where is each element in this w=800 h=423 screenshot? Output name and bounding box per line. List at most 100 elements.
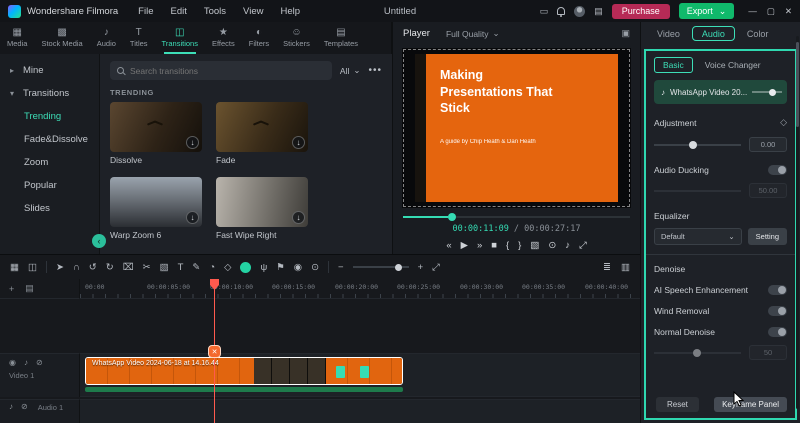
snapshot-tool-icon[interactable]: ⊙ [311, 262, 319, 273]
transition-thumbnail[interactable]: ↓ [216, 102, 308, 152]
speed-tool-icon[interactable]: ◔ [209, 262, 215, 273]
play-button[interactable]: ▶ [461, 240, 468, 251]
more-options-icon[interactable]: ••• [368, 65, 382, 76]
purchase-button[interactable]: Purchase [611, 3, 670, 19]
user-avatar[interactable] [574, 5, 586, 17]
tab-templates[interactable]: ▤ Templates [317, 22, 365, 54]
tab-media[interactable]: ▦ Media [0, 22, 34, 54]
tab-effects[interactable]: ★ Effects [205, 22, 242, 54]
fit-timeline-icon[interactable]: ⤢ [432, 262, 440, 273]
record-icon[interactable]: ◉ [294, 262, 302, 273]
download-icon[interactable]: ↓ [186, 211, 199, 224]
tab-transitions[interactable]: ◫ Transitions [155, 22, 205, 54]
transition-item-warp-zoom[interactable]: ↓ Warp Zoom 6 [110, 177, 202, 240]
sidebar-group-transitions[interactable]: ▾ Transitions [0, 82, 99, 105]
marker-flag-icon[interactable]: ⚑ [276, 262, 285, 273]
media-view-toggle-icon[interactable]: ▦ [10, 262, 19, 273]
sidebar-item-slides[interactable]: Slides [0, 197, 99, 220]
auto-ripple-toggle[interactable] [240, 261, 252, 273]
equalizer-setting-button[interactable]: Setting [747, 228, 787, 245]
sidebar-item-fade-dissolve[interactable]: Fade&Dissolve [0, 128, 99, 151]
zoom-out-icon[interactable]: − [338, 262, 344, 273]
track-lock-icon[interactable]: ⊘ [21, 402, 28, 412]
timeline-zoom-slider[interactable] [352, 263, 409, 271]
transition-thumbnail[interactable]: ↓ [110, 102, 202, 152]
preview-display-icon[interactable]: ▣ [621, 28, 630, 39]
tab-color[interactable]: Color [747, 29, 769, 39]
audio-ducking-toggle[interactable] [768, 165, 787, 175]
normal-denoise-toggle[interactable] [768, 327, 787, 337]
track-mute-icon[interactable]: ♪ [24, 358, 28, 367]
transition-thumbnail[interactable]: ↓ [110, 177, 202, 227]
quality-dropdown[interactable]: Full Quality ⌄ [446, 28, 500, 39]
fullscreen-button[interactable]: ⤢ [579, 240, 587, 251]
zoom-in-icon[interactable]: + [418, 262, 424, 273]
export-button[interactable]: Export ⌄ [678, 3, 735, 19]
device-mirror-icon[interactable]: ▭ [540, 6, 549, 16]
keyframe-panel-button[interactable]: Keyframe Panel [714, 397, 787, 412]
linked-audio-strip[interactable] [85, 387, 403, 392]
menu-view[interactable]: View [243, 6, 263, 17]
sidebar-item-zoom[interactable]: Zoom [0, 151, 99, 174]
zoom-slider-handle[interactable] [394, 263, 402, 271]
audio-track-lane[interactable] [80, 399, 640, 423]
denoise-slider-handle[interactable] [693, 348, 702, 357]
preview-viewport[interactable]: Making Presentations That Stick A guide … [402, 48, 631, 208]
text-tool-icon[interactable]: T [178, 262, 184, 273]
notification-bell-icon[interactable] [557, 7, 566, 17]
menu-help[interactable]: Help [280, 6, 300, 17]
split-scissors-icon[interactable]: ✂ [143, 262, 151, 273]
crop-button[interactable]: ▧ [530, 240, 539, 251]
volume-value[interactable]: 0.00 [749, 137, 787, 152]
maximize-button[interactable]: ▢ [767, 6, 775, 17]
playhead-marker-badge[interactable]: ✕ [208, 345, 221, 358]
wind-removal-toggle[interactable] [768, 306, 787, 316]
tab-filters[interactable]: ◐ Filters [242, 22, 276, 54]
clip-volume-handle[interactable] [768, 88, 776, 96]
search-box[interactable] [110, 61, 332, 80]
track-lock-icon[interactable]: ⊘ [36, 358, 43, 367]
tab-stock-media[interactable]: ▩ Stock Media [34, 22, 89, 54]
track-mute-icon[interactable]: ♪ [9, 402, 13, 412]
crop-tool-icon[interactable]: ▧ [160, 262, 169, 273]
ai-speech-toggle[interactable] [768, 285, 787, 295]
undo-icon[interactable]: ↺ [89, 262, 97, 273]
playhead[interactable]: ✕ [208, 279, 221, 423]
clip-volume-slider[interactable] [752, 88, 783, 96]
seek-bar[interactable] [403, 213, 630, 221]
denoise-slider[interactable] [654, 348, 741, 357]
edit-pencil-icon[interactable]: ✎ [192, 262, 200, 273]
download-icon[interactable]: ↓ [292, 211, 305, 224]
menu-file[interactable]: File [138, 6, 153, 17]
voiceover-mic-icon[interactable]: ψ [260, 262, 267, 273]
sidebar-collapse-button[interactable]: ‹ [92, 234, 106, 248]
skip-back-button[interactable]: « [446, 240, 451, 251]
tab-titles[interactable]: T Titles [123, 22, 155, 54]
menu-edit[interactable]: Edit [170, 6, 186, 17]
equalizer-preset-dropdown[interactable]: Default ⌄ [654, 228, 742, 245]
timeline-ruler[interactable]: 00:00 00:00:05:00 00:00:10:00 00:00:15:0… [80, 279, 640, 299]
menu-tools[interactable]: Tools [204, 6, 226, 17]
transition-item-fade[interactable]: ↓ Fade [216, 102, 308, 165]
tab-stickers[interactable]: ☺ Stickers [276, 22, 317, 54]
selected-clip-card[interactable]: ♪ WhatsApp Video 20... [654, 80, 787, 104]
volume-slider[interactable] [654, 140, 741, 149]
compact-view-toggle-icon[interactable]: ◫ [28, 262, 37, 273]
stop-button[interactable]: ■ [491, 240, 497, 251]
download-icon[interactable]: ↓ [292, 136, 305, 149]
volume-slider-handle[interactable] [688, 140, 697, 149]
mark-in-button[interactable]: { [506, 240, 509, 251]
keyframe-tool-icon[interactable]: ◇ [224, 262, 231, 273]
track-layers-icon[interactable]: ▤ [25, 283, 34, 294]
tab-audio[interactable]: ♪ Audio [90, 22, 123, 54]
audio-mixer-icon[interactable]: ▥ [621, 262, 630, 273]
sidebar-group-mine[interactable]: ▸ Mine [0, 59, 99, 82]
track-visibility-icon[interactable]: ◉ [9, 358, 16, 367]
subtab-basic[interactable]: Basic [654, 57, 693, 73]
sidebar-item-trending[interactable]: Trending [0, 105, 99, 128]
pointer-tool-icon[interactable]: ➤ [56, 262, 64, 273]
subtab-voice-changer[interactable]: Voice Changer [701, 58, 765, 72]
reset-button[interactable]: Reset [656, 397, 699, 412]
volume-button[interactable]: ♪ [565, 240, 570, 251]
add-track-icon[interactable]: + [9, 284, 14, 294]
